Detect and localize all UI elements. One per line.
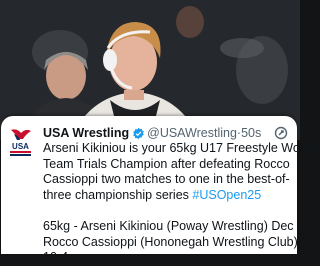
tweet-line: Team Trials Champion after defeating Roc… (43, 156, 290, 171)
tweet-card[interactable]: USA USA Wrestling @USAWrestling·50s Arsen… (1, 116, 314, 264)
tweet-header: USA Wrestling @USAWrestling·50s (43, 124, 293, 142)
result-line: 10-4 (43, 250, 69, 264)
tweet-line: Cassioppi two matches to one in the best… (43, 172, 290, 186)
account-handle[interactable]: @USAWrestling (147, 126, 237, 140)
account-name[interactable]: USA Wrestling (43, 126, 129, 140)
hashtag-link[interactable]: #USOpen25 (192, 188, 261, 202)
tweet-line-text: three championship series (43, 187, 193, 202)
logo-text: USA (12, 142, 29, 151)
tweet-text: Arseni Kikiniou is your 65kg U17 Freesty… (43, 141, 314, 266)
more-options-icon[interactable] (273, 125, 289, 141)
tweet-line: Arseni Kikiniou is your 65kg U17 Freesty… (43, 141, 314, 155)
usa-wrestling-logo[interactable]: USA (8, 128, 33, 158)
result-line: Rocco Cassioppi (Hononegah Wrestling Clu… (43, 234, 298, 249)
post-time[interactable]: 50s (241, 126, 261, 140)
result-line: 65kg - Arseni Kikiniou (Poway Wrestling)… (43, 219, 294, 233)
tweet-line: three championship series #USOpen25 (43, 188, 293, 204)
